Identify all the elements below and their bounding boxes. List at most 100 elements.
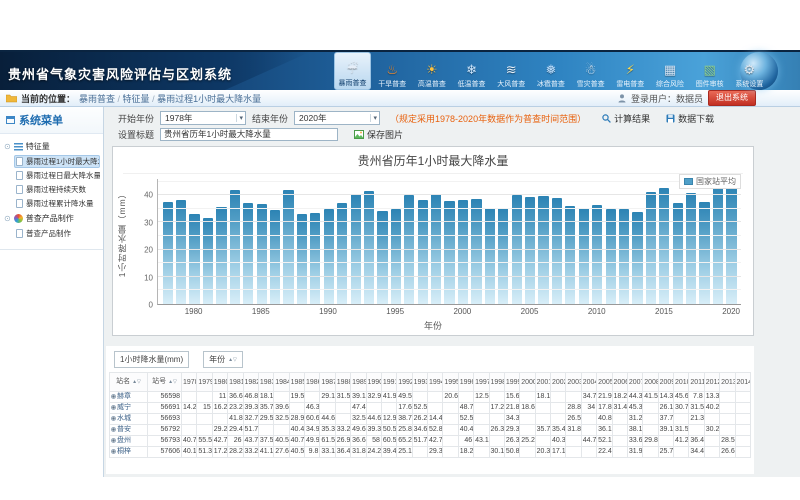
year-column-header-1997[interactable]: 1997: [474, 373, 489, 392]
year-column-header-2006[interactable]: 2006: [612, 373, 627, 392]
value-cell: 31.5: [335, 392, 350, 403]
save-image-button[interactable]: 保存图片: [354, 128, 403, 141]
value-cell: 25.8: [397, 425, 412, 436]
value-cell: [720, 414, 735, 425]
nav-item-lightning[interactable]: ⚡雷电普查: [612, 52, 649, 90]
nav-item-high-temp[interactable]: ☀高温普查: [413, 52, 450, 90]
year-sort-control[interactable]: 年份 ▲▽: [203, 351, 243, 368]
year-column-header-1979[interactable]: 1979: [197, 373, 212, 392]
station-radio-icon[interactable]: [111, 394, 116, 399]
sidebar-item-rain-daily-max[interactable]: 暴雨过程日最大降水量: [14, 169, 100, 182]
sort-icons[interactable]: ▲▽: [168, 379, 177, 385]
year-column-header-1996[interactable]: 1996: [458, 373, 473, 392]
year-column-header-2000[interactable]: 2000: [520, 373, 535, 392]
year-column-header-1986[interactable]: 1986: [305, 373, 320, 392]
measure-selector[interactable]: 1小时降水量(mm): [114, 351, 189, 368]
value-cell: [735, 436, 751, 447]
id-column-header[interactable]: 站号 ▲▽: [148, 373, 182, 392]
nav-item-snow[interactable]: ☃雪灾普查: [572, 52, 609, 90]
year-column-header-1988[interactable]: 1988: [335, 373, 350, 392]
year-column-header-1999[interactable]: 1999: [504, 373, 519, 392]
year-column-header-2001[interactable]: 2001: [535, 373, 550, 392]
station-radio-icon[interactable]: [111, 416, 116, 421]
year-column-header-2010[interactable]: 2010: [674, 373, 689, 392]
station-radio-icon[interactable]: [111, 449, 116, 454]
year-column-header-1993[interactable]: 1993: [412, 373, 427, 392]
year-column-header-2002[interactable]: 2002: [551, 373, 566, 392]
value-cell: 43.1: [474, 436, 489, 447]
value-cell: [212, 414, 227, 425]
year-column-header-1985[interactable]: 1985: [289, 373, 304, 392]
value-cell: [612, 436, 627, 447]
year-column-header-1990[interactable]: 1990: [366, 373, 381, 392]
year-column-header-1989[interactable]: 1989: [351, 373, 366, 392]
data-download-button[interactable]: 数据下载: [666, 112, 714, 125]
tree-group-survey-product[interactable]: ⊙普查产品制作: [2, 211, 101, 226]
x-tick-1990: 1990: [323, 307, 333, 317]
year-column-header-1984[interactable]: 1984: [274, 373, 289, 392]
year-column-header-2003[interactable]: 2003: [566, 373, 581, 392]
nav-item-drought[interactable]: ♨干旱普查: [374, 52, 411, 90]
year-column-header-2009[interactable]: 2009: [658, 373, 673, 392]
value-cell: 33.2: [243, 447, 258, 458]
name-column-header[interactable]: 站名 ▲▽: [110, 373, 148, 392]
end-year-select[interactable]: 2020年 ▾: [294, 111, 380, 125]
logout-button[interactable]: 退出系统: [708, 90, 756, 106]
value-cell: [305, 392, 320, 403]
year-column-header-1982[interactable]: 1982: [243, 373, 258, 392]
sidebar-item-survey-product-make[interactable]: 普查产品制作: [14, 227, 100, 240]
tree-group-label: 特征量: [26, 141, 50, 152]
year-column-header-2005[interactable]: 2005: [597, 373, 612, 392]
sidebar-item-rain-1h-max[interactable]: 暴雨过程1小时最大降水量: [14, 155, 100, 168]
sidebar-item-rain-accum[interactable]: 暴雨过程累计降水量: [14, 197, 100, 210]
tree-group-feature-quantity[interactable]: ⊙ 特征量: [2, 139, 101, 154]
sidebar-item-rain-duration[interactable]: 暴雨过程持续天数: [14, 183, 100, 196]
station-radio-icon[interactable]: [111, 405, 116, 410]
year-column-header-2014[interactable]: 2014: [735, 373, 751, 392]
nav-item-system-settings[interactable]: ⚙系统设置: [731, 52, 768, 90]
year-column-header-2007[interactable]: 2007: [627, 373, 642, 392]
sort-icons[interactable]: ▲▽: [132, 379, 141, 385]
data-table-panel: 1小时降水量(mm) 年份 ▲▽ 站名 ▲▽站号 ▲▽1978197919801…: [106, 346, 754, 474]
nav-item-comprehensive-risk[interactable]: ▦综合风险: [652, 52, 689, 90]
year-column-header-1983[interactable]: 1983: [258, 373, 273, 392]
app-window: 贵州省气象灾害风险评估与区划系统 ☔暴雨普查♨干旱普查☀高温普查❄低温普查≋大风…: [0, 50, 800, 477]
year-column-header-2011[interactable]: 2011: [689, 373, 704, 392]
expander-icon[interactable]: ⊙: [4, 215, 11, 223]
year-column-header-2013[interactable]: 2013: [720, 373, 735, 392]
nav-item-wind[interactable]: ≋大风普查: [493, 52, 530, 90]
value-cell: 44.6: [366, 414, 381, 425]
nav-item-rainstorm[interactable]: ☔暴雨普查: [334, 52, 371, 90]
year-column-header-1980[interactable]: 1980: [212, 373, 227, 392]
value-cell: 20.6: [443, 392, 458, 403]
nav-item-low-temp[interactable]: ❄低温普查: [453, 52, 490, 90]
year-column-header-1981[interactable]: 1981: [228, 373, 243, 392]
start-year-select[interactable]: 1978年 ▾: [160, 111, 246, 125]
expander-icon[interactable]: ⊙: [4, 143, 11, 151]
year-column-header-1978[interactable]: 1978: [182, 373, 197, 392]
year-column-header-2008[interactable]: 2008: [643, 373, 658, 392]
nav-item-hail[interactable]: ❅冰雹普查: [532, 52, 569, 90]
year-column-header-2012[interactable]: 2012: [704, 373, 719, 392]
station-radio-icon[interactable]: [111, 438, 116, 443]
year-column-header-1998[interactable]: 1998: [489, 373, 504, 392]
sort-icons[interactable]: ▲▽: [228, 357, 237, 363]
year-column-header-2004[interactable]: 2004: [581, 373, 596, 392]
value-cell: [520, 425, 535, 436]
value-cell: [335, 403, 350, 414]
calc-result-button[interactable]: 计算结果: [602, 112, 650, 125]
table-body: 赫章565981136.646.818.119.529.131.539.132.…: [110, 392, 751, 458]
breadcrumb-item-0[interactable]: 暴雨普查: [79, 94, 115, 104]
year-column-header-1992[interactable]: 1992: [397, 373, 412, 392]
breadcrumb-item-1[interactable]: 特征量: [123, 94, 150, 104]
year-column-header-1995[interactable]: 1995: [443, 373, 458, 392]
x-tick-1981: [202, 307, 212, 317]
year-column-header-1991[interactable]: 1991: [381, 373, 396, 392]
year-column-header-1994[interactable]: 1994: [428, 373, 443, 392]
breadcrumb-item-2[interactable]: 暴雨过程1小时最大降水量: [157, 94, 261, 104]
year-column-header-1987[interactable]: 1987: [320, 373, 335, 392]
chart-title-input[interactable]: [160, 128, 338, 141]
table-header-row: 站名 ▲▽站号 ▲▽197819791980198119821983198419…: [110, 373, 751, 392]
nav-item-map-review[interactable]: ▧图件审核: [691, 52, 728, 90]
station-radio-icon[interactable]: [111, 427, 116, 432]
